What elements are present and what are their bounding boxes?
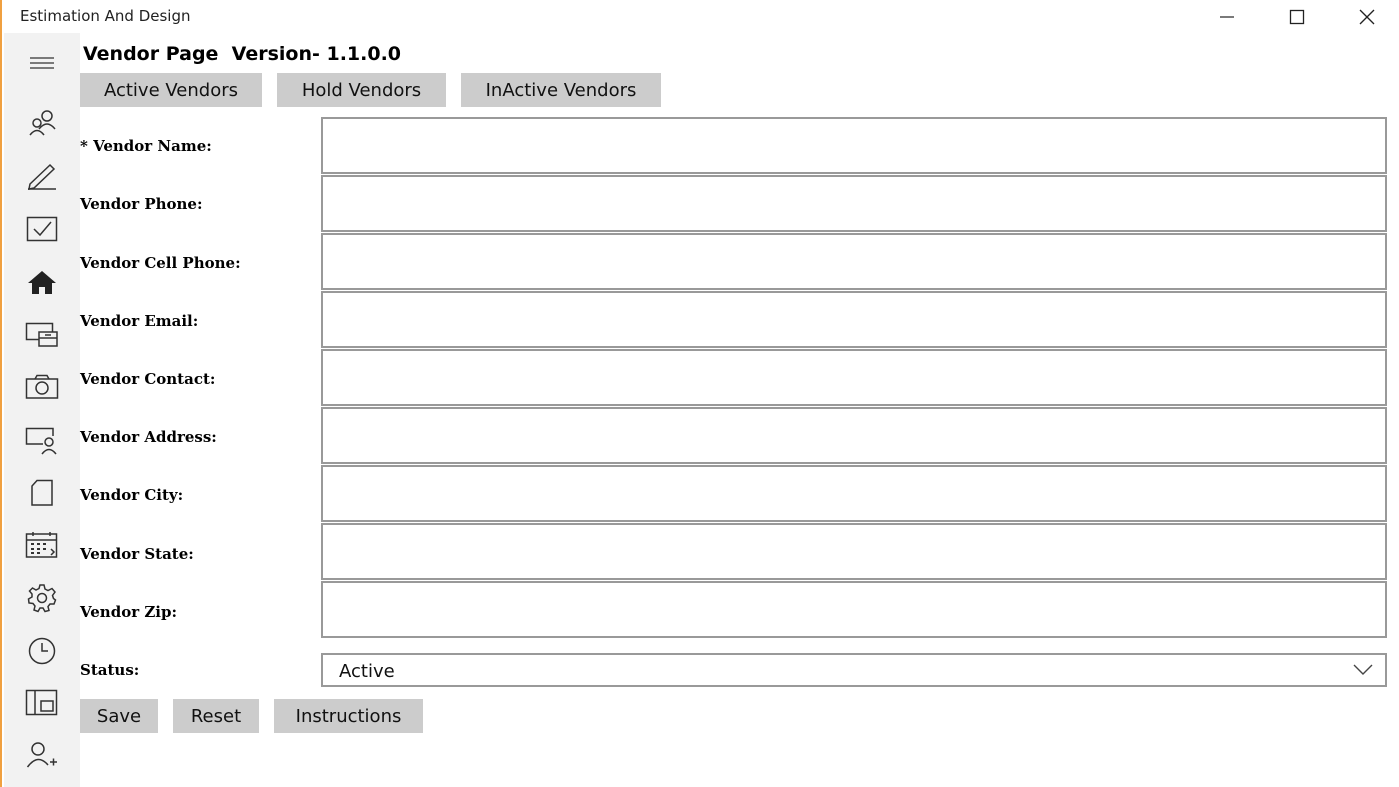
vendor-phone-field[interactable] [321, 175, 1387, 232]
vendor-email-label: Vendor Email: [80, 312, 199, 330]
calendar-icon [25, 532, 58, 558]
instructions-button[interactable]: Instructions [274, 699, 423, 733]
sidebar [4, 33, 80, 787]
sidebar-item-add-user[interactable] [4, 733, 80, 777]
sidebar-item-history[interactable] [4, 629, 80, 673]
vendor-name-label: * Vendor Name: [80, 137, 212, 155]
vendor-zip-label: Vendor Zip: [80, 603, 178, 621]
vendor-cell-phone-field[interactable] [321, 233, 1387, 290]
gear-icon [27, 584, 57, 613]
chevron-down-icon [1353, 664, 1373, 675]
vendor-city-label: Vendor City: [80, 486, 184, 504]
vendor-phone-label: Vendor Phone: [80, 195, 203, 213]
page-icon [31, 479, 53, 506]
hamburger-menu-icon [30, 57, 54, 69]
clock-icon [28, 637, 56, 665]
app-title: Estimation And Design [20, 7, 191, 25]
title-bar: Estimation And Design [2, 0, 1399, 33]
close-icon [1359, 9, 1375, 24]
devices-icon [25, 322, 58, 347]
tab-hold-vendors[interactable]: Hold Vendors [277, 73, 446, 107]
vendor-state-label: Vendor State: [80, 545, 194, 563]
vendor-state-field[interactable] [321, 523, 1387, 580]
vendor-email-field[interactable] [321, 291, 1387, 348]
sidebar-item-menu[interactable] [4, 41, 80, 85]
tab-active-vendors[interactable]: Active Vendors [80, 73, 262, 107]
vendor-cell-phone-label: Vendor Cell Phone: [80, 254, 241, 272]
add-user-icon [26, 742, 57, 768]
screen-user-icon [25, 427, 57, 455]
status-select[interactable]: Active [321, 653, 1387, 687]
sidebar-item-camera[interactable] [4, 365, 80, 409]
vendor-name-field[interactable] [321, 117, 1387, 174]
sidebar-item-page[interactable] [4, 471, 80, 515]
tab-inactive-vendors[interactable]: InActive Vendors [461, 73, 661, 107]
sidebar-item-calendar[interactable] [4, 523, 80, 567]
sidebar-item-edit[interactable] [4, 154, 80, 198]
sidebar-item-home[interactable] [4, 260, 80, 304]
people-icon [29, 110, 56, 136]
sidebar-item-screen-user[interactable] [4, 419, 80, 463]
vendor-address-field[interactable] [321, 407, 1387, 464]
pencil-icon [28, 163, 56, 190]
status-label: Status: [80, 661, 140, 679]
sidebar-item-settings[interactable] [4, 576, 80, 620]
minimize-button[interactable] [1192, 0, 1262, 33]
app-window: Estimation And Design Vendor Page Versio… [0, 0, 1399, 787]
checkbox-icon [26, 216, 58, 242]
save-button[interactable]: Save [80, 699, 158, 733]
minimize-icon [1220, 15, 1234, 18]
vendor-contact-label: Vendor Contact: [80, 370, 216, 388]
vendor-city-field[interactable] [321, 465, 1387, 522]
home-icon [28, 271, 56, 294]
reset-button[interactable]: Reset [173, 699, 259, 733]
main-content: Vendor Page Version- 1.1.0.0 Active Vend… [80, 33, 1399, 787]
maximize-button[interactable] [1262, 0, 1332, 33]
sidebar-item-devices[interactable] [4, 313, 80, 357]
camera-icon [25, 374, 59, 399]
sidebar-item-people[interactable] [4, 101, 80, 145]
page-title: Vendor Page Version- 1.1.0.0 [83, 43, 402, 65]
vendor-contact-field[interactable] [321, 349, 1387, 406]
vendor-address-label: Vendor Address: [80, 428, 217, 446]
sidebar-item-tasks[interactable] [4, 207, 80, 251]
close-button[interactable] [1332, 0, 1399, 33]
vendor-zip-field[interactable] [321, 581, 1387, 638]
sidebar-item-layout[interactable] [4, 681, 80, 725]
status-selected-value: Active [339, 661, 395, 682]
maximize-icon [1289, 9, 1305, 24]
layout-icon [25, 689, 58, 716]
